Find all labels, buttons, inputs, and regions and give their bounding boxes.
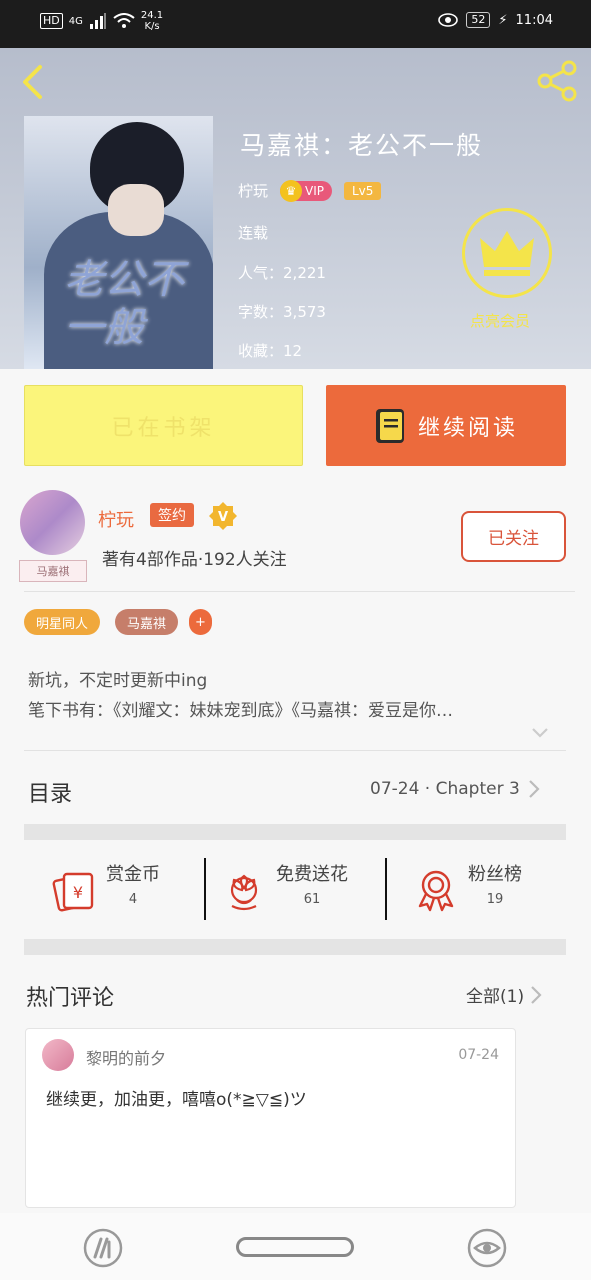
reward-coins-stat[interactable]: ¥ 赏金币 4 xyxy=(52,860,160,920)
book-status: 连载 xyxy=(238,224,269,242)
book-word-count: 字数：3,573 xyxy=(238,303,326,321)
vip-badge: ♛ VIP xyxy=(280,179,332,202)
commenter-name[interactable]: 黎明的前夕 xyxy=(86,1045,166,1069)
network-speed: 24.1 K/s xyxy=(140,10,164,32)
toc-label[interactable]: 目录 xyxy=(28,776,72,808)
section-separator xyxy=(24,939,566,955)
assistant-icon[interactable] xyxy=(467,1228,507,1268)
hot-comments-title: 热门评论 xyxy=(26,986,115,1011)
app-shortcut-icon[interactable] xyxy=(83,1228,123,1268)
author-avatar[interactable] xyxy=(20,490,85,555)
book-favorites: 收藏：12 xyxy=(238,342,303,360)
hd-indicator: HD xyxy=(40,13,63,29)
divider xyxy=(24,750,566,751)
red-envelope-icon: ¥ xyxy=(52,872,94,912)
member-label[interactable]: 点亮会员 xyxy=(470,310,530,331)
comment-card[interactable]: 黎明的前夕 07-24 继续更，加油更，嘻嘻o(*≧▽≦)ツ xyxy=(25,1028,516,1208)
tag-star-fanfic[interactable]: 明星同人 xyxy=(24,609,101,635)
book-cover[interactable]: 老公不一般 xyxy=(24,116,213,369)
cover-title: 老公不一般 xyxy=(64,257,184,351)
charging-icon: ⚡ xyxy=(498,12,508,28)
eye-comfort-icon xyxy=(438,13,459,27)
avatar-tag: 马嘉祺 xyxy=(19,560,87,582)
author-name[interactable]: 柠玩 xyxy=(98,506,134,532)
follow-button[interactable]: 已关注 xyxy=(461,511,566,562)
share-icon[interactable] xyxy=(535,58,581,104)
member-crown-button[interactable] xyxy=(462,208,552,298)
toc-latest-chapter[interactable]: 07-24 · Chapter 3 xyxy=(370,779,540,799)
description-line: 笔下书有：《刘耀文：妹妹宠到底》《马嘉祺：爱豆是你… xyxy=(28,701,453,721)
tag-ma-jiaqi[interactable]: 马嘉祺 xyxy=(115,609,179,635)
book-title: 马嘉祺：老公不一般 xyxy=(240,131,484,160)
stat-separator xyxy=(385,858,387,920)
all-comments-link[interactable]: 全部(1) xyxy=(466,982,542,1007)
back-arrow-icon[interactable] xyxy=(18,64,48,100)
clock: 11:04 xyxy=(515,12,553,28)
continue-reading-button[interactable]: 继续阅读 xyxy=(326,385,566,466)
book-author-row: 柠玩 ♛ VIP Lv5 xyxy=(238,179,382,202)
expand-chevron-down-icon[interactable] xyxy=(531,726,549,740)
add-tag-button[interactable]: + xyxy=(189,609,212,635)
system-nav-bar xyxy=(0,1213,591,1280)
book-icon xyxy=(375,408,404,443)
battery-level: 52 xyxy=(466,12,491,28)
wifi-icon xyxy=(113,13,135,28)
author-stats: 著有4部作品·192人关注 xyxy=(102,550,287,570)
status-bar: HD 4G 24.1 K/s 52 ⚡ 11:04 xyxy=(0,0,591,48)
level-badge: Lv5 xyxy=(344,181,382,200)
signal-icon xyxy=(89,13,106,29)
book-author[interactable]: 柠玩 xyxy=(238,180,268,201)
award-ribbon-icon xyxy=(418,870,454,912)
status-right: 52 ⚡ 11:04 xyxy=(438,12,553,28)
book-header: 老公不一般 马嘉祺：老公不一般 柠玩 ♛ VIP Lv5 连载 人气：2,221 … xyxy=(0,48,591,369)
svg-text:V: V xyxy=(218,510,228,525)
comment-text: 继续更，加油更，嘻嘻o(*≧▽≦)ツ xyxy=(46,1090,307,1110)
divider xyxy=(24,591,575,592)
svg-text:¥: ¥ xyxy=(73,883,83,902)
verified-icon: V xyxy=(209,502,237,530)
fan-ranking-stat[interactable]: 粉丝榜 19 xyxy=(414,860,522,920)
status-left: HD 4G 24.1 K/s xyxy=(40,10,163,32)
chevron-right-icon xyxy=(529,780,540,798)
chevron-right-icon xyxy=(531,985,542,1004)
commenter-avatar[interactable] xyxy=(42,1039,74,1071)
signed-badge: 签约 xyxy=(150,503,194,527)
comment-date: 07-24 xyxy=(458,1047,499,1063)
description-line: 新坑，不定时更新中ing xyxy=(28,671,208,691)
crown-icon xyxy=(480,231,534,276)
home-gesture-bar[interactable] xyxy=(236,1237,354,1257)
in-bookshelf-button[interactable]: 已在书架 xyxy=(24,385,303,466)
cover-figure-face xyxy=(108,184,164,236)
crown-icon: ♛ xyxy=(280,179,303,202)
network-type: 4G xyxy=(68,15,83,27)
flower-icon xyxy=(230,874,258,911)
book-popularity: 人气：2,221 xyxy=(238,264,326,282)
stat-separator xyxy=(204,858,206,920)
free-flower-stat[interactable]: 免费送花 61 xyxy=(222,860,348,920)
section-separator xyxy=(24,824,566,840)
